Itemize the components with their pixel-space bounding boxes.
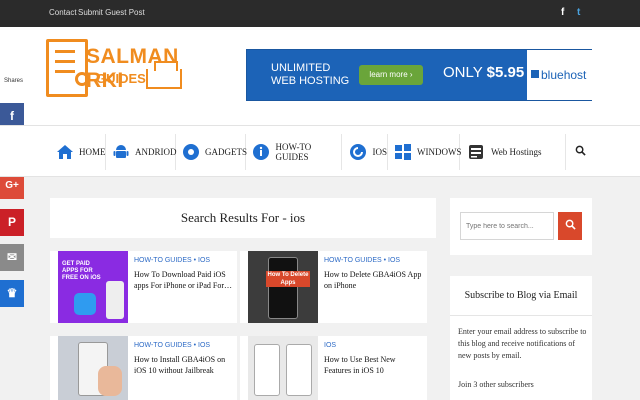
post-title[interactable]: How to Delete GBA4iOS App on iPhone xyxy=(324,269,424,291)
nav-label-andriod: ANDRIOD xyxy=(135,147,177,157)
contact-link[interactable]: Contact xyxy=(49,8,77,17)
phone-image xyxy=(106,281,124,319)
post-category[interactable]: HOW-TO GUIDES • IOS xyxy=(134,257,210,264)
gadgets-icon xyxy=(182,142,200,162)
nav-search-button[interactable] xyxy=(565,134,595,170)
pinterest-icon: P xyxy=(7,215,16,229)
nav-label-gadgets: GADGETS xyxy=(205,147,247,157)
banner-price: $5.95 xyxy=(486,64,525,81)
nav-item-how-to-guides[interactable]: HOW-TO GUIDES xyxy=(246,134,342,170)
post-category[interactable]: IOS xyxy=(324,342,336,349)
subscribe-text: Enter your email address to subscribe to… xyxy=(458,327,587,360)
post-thumbnail[interactable]: GET PAID APPS FOR FREE ON iOS xyxy=(58,251,128,323)
subscribe-title: Subscribe to Blog via Email xyxy=(450,276,592,316)
post-card[interactable]: HOW-TO GUIDES • IOS How to Install GBA4i… xyxy=(50,336,237,400)
android-icon xyxy=(112,142,130,162)
logo-subtitle: GUIDES xyxy=(96,71,146,86)
facebook-icon[interactable]: f xyxy=(561,7,564,18)
site-logo[interactable]: SALMAN RKI GUIDES xyxy=(46,39,186,101)
post-category[interactable]: HOW-TO GUIDES • IOS xyxy=(324,257,400,264)
nav-item-home[interactable]: HOME xyxy=(50,134,106,170)
nav-label-windows: WINDOWS xyxy=(417,147,462,157)
bluehost-ad-banner[interactable]: UNLIMITED WEB HOSTING learn more › ONLY … xyxy=(246,49,593,101)
home-icon xyxy=(56,142,74,162)
share-more-button[interactable]: ♛ xyxy=(0,280,24,307)
app-store-icon xyxy=(74,293,96,315)
crown-icon: ♛ xyxy=(6,286,18,300)
post-thumbnail[interactable]: How To Delete Apps xyxy=(248,251,318,323)
banner-only: ONLY xyxy=(443,64,483,81)
banner-line1: UNLIMITED xyxy=(271,62,331,74)
post-card[interactable]: How To Delete Apps HOW-TO GUIDES • IOS H… xyxy=(240,251,427,323)
iphone-image xyxy=(268,257,298,319)
main-nav: HOME ANDRIOD GADGETS HOW-TO GUIDES IOS W… xyxy=(0,125,640,177)
bluehost-logo: bluehost xyxy=(527,50,593,100)
subscriber-count: Join 3 other subscribers xyxy=(458,380,534,389)
share-email-button[interactable]: ✉ xyxy=(0,244,24,271)
nav-label-home: HOME xyxy=(79,147,106,157)
house-icon xyxy=(146,61,182,89)
post-title[interactable]: How to Install GBA4iOS on iOS 10 without… xyxy=(134,354,234,376)
post-thumbnail[interactable] xyxy=(248,336,318,400)
nav-label-web-hostings: Web Hostings xyxy=(491,147,542,157)
search-icon xyxy=(565,217,576,235)
info-icon xyxy=(252,142,270,162)
phone-image xyxy=(286,344,312,396)
post-title[interactable]: How to Use Best New Features in iOS 10 xyxy=(324,354,424,376)
submit-guest-post-link[interactable]: Submit Guest Post xyxy=(78,8,145,17)
post-category[interactable]: HOW-TO GUIDES • IOS xyxy=(134,342,210,349)
site-header: SALMAN RKI GUIDES UNLIMITED WEB HOSTING … xyxy=(0,27,640,125)
thumbnail-caption: How To Delete Apps xyxy=(266,271,310,287)
learn-more-button[interactable]: learn more › xyxy=(359,65,423,85)
post-card[interactable]: IOS How to Use Best New Features in iOS … xyxy=(240,336,427,400)
bluehost-brand: bluehost xyxy=(541,68,587,82)
hand-image xyxy=(98,366,122,396)
hosting-icon xyxy=(466,142,486,162)
nav-label-ios: IOS xyxy=(372,147,387,157)
ios-icon xyxy=(348,142,367,162)
shares-label: Shares xyxy=(4,78,24,84)
nav-item-gadgets[interactable]: GADGETS xyxy=(176,134,247,170)
nav-item-ios[interactable]: IOS xyxy=(342,134,388,170)
banner-line2: WEB HOSTING xyxy=(271,75,350,87)
nav-item-windows[interactable]: WINDOWS xyxy=(388,134,462,170)
subscribe-widget: Subscribe to Blog via Email Enter your e… xyxy=(450,276,592,400)
nav-label-how-to-guides: HOW-TO GUIDES xyxy=(275,142,312,162)
share-pinterest-button[interactable]: P xyxy=(0,209,24,236)
google-plus-icon: G+ xyxy=(5,180,19,191)
sidebar-search-widget xyxy=(450,198,592,255)
post-card[interactable]: GET PAID APPS FOR FREE ON iOS HOW-TO GUI… xyxy=(50,251,237,323)
post-title[interactable]: How To Download Paid iOS apps For iPhone… xyxy=(134,269,234,291)
search-results-heading: Search Results For - ios xyxy=(50,198,436,238)
nav-item-andriod[interactable]: ANDRIOD xyxy=(106,134,177,170)
phone-image xyxy=(254,344,280,396)
checklist-icon xyxy=(46,39,89,97)
thumbnail-caption: GET PAID APPS FOR FREE ON iOS xyxy=(62,261,101,281)
top-bar: Contact Submit Guest Post f t xyxy=(0,0,640,27)
search-input[interactable] xyxy=(460,212,554,240)
windows-icon xyxy=(394,142,412,162)
bluehost-grid-icon xyxy=(531,70,539,78)
learn-more-label: learn more xyxy=(369,70,408,79)
search-submit-button[interactable] xyxy=(558,212,582,240)
email-icon: ✉ xyxy=(6,250,18,264)
search-icon xyxy=(575,143,586,161)
post-thumbnail[interactable] xyxy=(58,336,128,400)
nav-item-web-hostings[interactable]: Web Hostings xyxy=(460,134,546,170)
twitter-icon[interactable]: t xyxy=(577,7,580,18)
facebook-icon: f xyxy=(10,109,14,123)
